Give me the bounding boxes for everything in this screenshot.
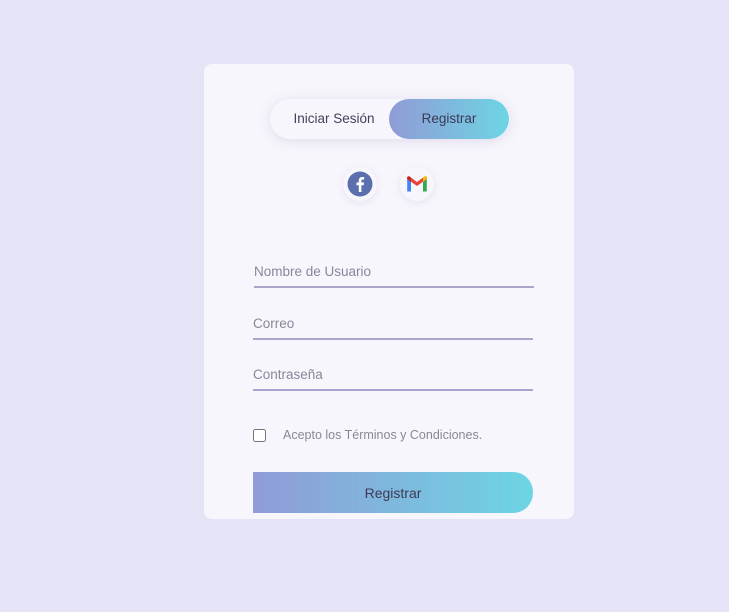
- facebook-button[interactable]: [343, 167, 377, 201]
- email-field[interactable]: [253, 308, 533, 340]
- auth-mode-toggle: Iniciar Sesión Registrar: [270, 99, 510, 139]
- tab-login[interactable]: Iniciar Sesión: [270, 99, 398, 139]
- tab-register[interactable]: Registrar: [389, 99, 509, 139]
- password-field[interactable]: [253, 359, 533, 391]
- terms-label: Acepto los Términos y Condiciones.: [283, 428, 483, 442]
- register-card: Iniciar Sesión Registrar Acepto los Térm…: [204, 64, 574, 519]
- gmail-icon: [407, 176, 427, 192]
- register-submit-button[interactable]: Registrar: [253, 472, 533, 513]
- gmail-button[interactable]: [400, 167, 434, 201]
- facebook-icon: [347, 171, 373, 197]
- terms-checkbox[interactable]: [253, 429, 266, 442]
- username-field[interactable]: [254, 256, 534, 288]
